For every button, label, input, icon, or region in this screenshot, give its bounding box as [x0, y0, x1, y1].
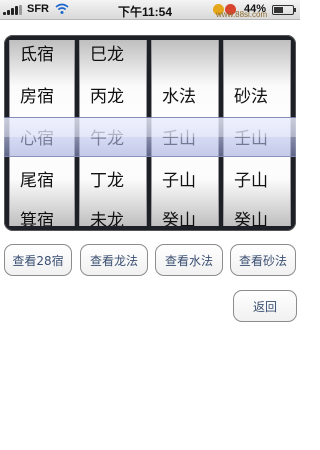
wifi-icon — [55, 3, 69, 14]
picker-cell: 癸山 — [162, 211, 196, 226]
signal-strength-icon — [3, 5, 25, 15]
picker-cell: 房宿 — [20, 87, 54, 107]
status-bar: SFR 下午11:54 www.88sl.com 44% — [0, 0, 300, 20]
picker-cell: 氐宿 — [20, 45, 54, 65]
clock: 下午11:54 — [118, 5, 173, 19]
picker-cell: 丙龙 — [90, 87, 124, 107]
picker-cell-selected: 午龙 — [90, 129, 124, 149]
carrier-label: SFR — [27, 3, 49, 15]
battery-icon — [272, 5, 296, 15]
picker-cell: 巳龙 — [90, 45, 124, 65]
view-water-method-button[interactable]: 查看水法 — [155, 244, 223, 276]
view-28-lodges-button[interactable]: 查看28宿 — [4, 244, 72, 276]
battery-percent: 44% — [244, 3, 267, 15]
fengshui-picker: 氐宿 房宿 心宿 尾宿 箕宿 巳龙 丙龙 午龙 丁龙 未龙 水法 壬山 子山 癸… — [4, 35, 296, 231]
picker-cell: 尾宿 — [20, 171, 54, 191]
picker-cell: 丁龙 — [90, 171, 124, 191]
picker-cell-selected: 心宿 — [20, 129, 54, 149]
picker-wheel-lodge[interactable]: 氐宿 房宿 心宿 尾宿 箕宿 — [9, 40, 75, 226]
back-button[interactable]: 返回 — [233, 290, 297, 322]
picker-cell: 癸山 — [234, 211, 268, 226]
picker-cell-selected: 壬山 — [234, 129, 268, 149]
picker-wheel-dragon[interactable]: 巳龙 丙龙 午龙 丁龙 未龙 — [79, 40, 147, 226]
picker-cell-selected: 壬山 — [162, 129, 196, 149]
picker-wheel-water[interactable]: 水法 壬山 子山 癸山 — [151, 40, 219, 226]
picker-cell: 砂法 — [234, 87, 268, 107]
picker-wheel-sand[interactable]: 砂法 壬山 子山 癸山 — [223, 40, 291, 226]
picker-cell: 未龙 — [90, 211, 124, 226]
view-dragon-method-button[interactable]: 查看龙法 — [80, 244, 148, 276]
picker-cell: 子山 — [162, 171, 196, 191]
picker-cell: 箕宿 — [20, 211, 54, 226]
view-sand-method-button[interactable]: 查看砂法 — [230, 244, 296, 276]
picker-cell: 子山 — [234, 171, 268, 191]
picker-cell: 水法 — [162, 87, 196, 107]
